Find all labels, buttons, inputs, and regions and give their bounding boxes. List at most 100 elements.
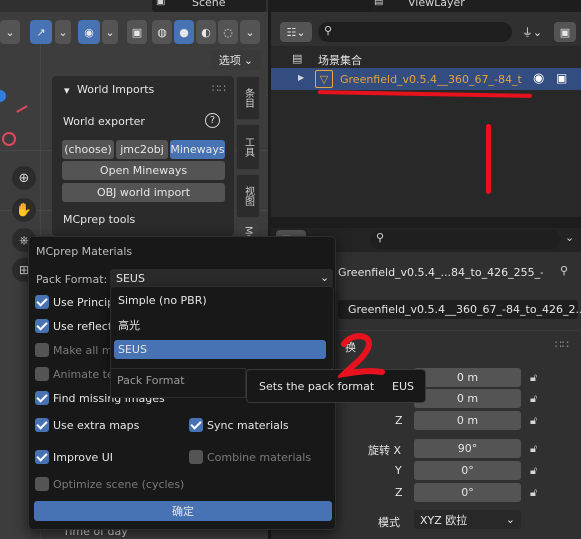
combine-materials-checkbox[interactable]: [189, 450, 203, 464]
red-number-two-annotation: [338, 333, 385, 378]
world-exporter-label: World exporter: [63, 115, 145, 128]
improve-ui-label: Improve UI: [53, 451, 114, 464]
solid-shading-icon[interactable]: ●: [174, 20, 194, 44]
gizmo-axis-icon[interactable]: [2, 132, 16, 146]
tab-view-label: 视图: [242, 186, 254, 206]
chevron-down-icon[interactable]: ⌄: [102, 20, 118, 44]
find-missing-images-checkbox[interactable]: [35, 391, 49, 405]
pin-icon[interactable]: ⚲: [560, 264, 568, 277]
drag-handle-icon[interactable]: ∷∷: [555, 338, 569, 351]
exporter-jmc2obj-button[interactable]: jmc2obj: [116, 140, 168, 159]
rotation-mode-value: XYZ 欧拉: [420, 513, 468, 527]
location-y-field[interactable]: 0 m: [414, 389, 521, 408]
tab-tool[interactable]: 工具: [236, 124, 260, 170]
zoom-icon[interactable]: ⊕: [12, 166, 36, 190]
location-x-field[interactable]: 0 m: [414, 368, 521, 387]
viewlayer-icon: ▤: [374, 0, 384, 7]
pack-format-option-specular[interactable]: 高光: [114, 315, 326, 334]
options-label: 选项: [218, 54, 241, 67]
overlay-icon[interactable]: ◉: [78, 20, 100, 44]
dropdown-arrow-button[interactable]: ⌄: [0, 20, 20, 44]
options-icon[interactable]: ⌄: [565, 231, 574, 244]
rendered-shading-icon[interactable]: ◌: [218, 20, 238, 44]
filter-icon[interactable]: ⏚⌄: [516, 22, 548, 42]
make-all-materials-label: Make all m: [53, 344, 113, 357]
pack-format-option-simple[interactable]: Simple (no PBR): [114, 291, 326, 310]
animate-textures-checkbox[interactable]: [35, 367, 49, 381]
chevron-down-icon: ⌄: [243, 53, 254, 67]
make-all-materials-checkbox[interactable]: [35, 343, 49, 357]
expand-triangle-icon[interactable]: ▶: [298, 73, 304, 82]
rotation-mode-label: 模式: [378, 516, 400, 529]
xray-icon[interactable]: ▣: [127, 20, 147, 44]
mesh-object-icon: ▽: [315, 70, 333, 88]
pack-format-option-seus[interactable]: SEUS: [114, 340, 326, 359]
object-name[interactable]: Greenfield_v0.5.4__360_67_-84_t: [340, 73, 526, 86]
animate-textures-label: Animate te: [53, 368, 114, 381]
tooltip-tail: EUS: [392, 380, 414, 393]
confirm-button[interactable]: 确定: [34, 501, 332, 521]
viewlayer-selector[interactable]: ▤ ViewLayer: [370, 0, 560, 12]
tooltip-text: Sets the pack format: [259, 380, 375, 393]
use-principled-checkbox[interactable]: [35, 295, 49, 309]
chevron-down-icon[interactable]: ⌄: [240, 20, 260, 44]
sync-materials-checkbox[interactable]: [189, 418, 203, 432]
use-reflections-checkbox[interactable]: [35, 319, 49, 333]
obj-world-import-button[interactable]: OBJ world import: [62, 183, 225, 202]
wireframe-icon[interactable]: ◍: [152, 20, 172, 44]
axis-z-label: Z: [395, 486, 403, 499]
properties-object-name: Greenfield_v0.5.4_...84_to_426_255_-46: [338, 266, 543, 279]
use-reflections-label: Use reflect: [53, 320, 113, 333]
collapse-triangle-icon[interactable]: ▾: [64, 84, 70, 97]
material-shading-icon[interactable]: ◐: [196, 20, 216, 44]
dialog-title: MCprep Materials: [36, 245, 133, 258]
outliner-search-input[interactable]: ⚲: [318, 22, 512, 42]
tab-item-label: 条目: [242, 88, 254, 108]
rotation-x-field[interactable]: 90°: [414, 439, 521, 458]
help-icon[interactable]: ?: [205, 113, 220, 128]
use-extra-maps-checkbox[interactable]: [35, 418, 49, 432]
drag-handle-icon[interactable]: ∷∷: [212, 82, 226, 95]
hand-pan-icon[interactable]: ✋: [12, 198, 36, 222]
camera-render-icon[interactable]: ▣: [556, 71, 567, 85]
optimize-scene-checkbox[interactable]: [35, 477, 49, 491]
lock-icon[interactable]: 🔓︎: [530, 414, 537, 428]
lock-icon[interactable]: 🔓︎: [530, 442, 537, 456]
exporter-mineways-button[interactable]: Mineways: [170, 140, 225, 159]
scene-selector[interactable]: ▣ Scene: [152, 0, 266, 12]
chevron-down-icon: ⌄: [320, 271, 330, 284]
pack-format-label: Pack Format:: [36, 273, 108, 286]
properties-search-input[interactable]: ⚲: [370, 230, 560, 249]
viewlayer-label: ViewLayer: [408, 0, 465, 9]
eye-visibility-icon[interactable]: ◉: [533, 71, 544, 86]
location-z-field[interactable]: 0 m: [414, 411, 521, 430]
lock-icon[interactable]: 🔓︎: [530, 371, 537, 385]
search-icon: ⚲: [376, 231, 385, 244]
annotation-two-text: 2: [0, 0, 1, 1]
mcprep-tools-label: MCprep tools: [63, 213, 136, 226]
sync-materials-label: Sync materials: [207, 419, 289, 432]
object-name-field[interactable]: Greenfield_v0.5.4__360_67_-84_to_426_2..…: [338, 300, 581, 319]
rotation-mode-dropdown[interactable]: XYZ 欧拉 ⌄: [414, 510, 521, 529]
options-dropdown[interactable]: 选项 ⌄: [211, 50, 261, 70]
chevron-down-icon: ⌄: [505, 513, 515, 526]
improve-ui-checkbox[interactable]: [35, 450, 49, 464]
exporter-choose-button[interactable]: (choose): [62, 140, 114, 159]
chevron-down-icon[interactable]: ⌄: [55, 20, 71, 44]
lock-icon[interactable]: 🔓︎: [530, 486, 537, 500]
tab-item[interactable]: 条目: [236, 76, 260, 120]
tab-view[interactable]: 视图: [236, 174, 260, 218]
lock-icon[interactable]: 🔓︎: [530, 464, 537, 478]
open-mineways-button[interactable]: Open Mineways: [62, 161, 225, 180]
tab-tool-label: 工具: [242, 137, 254, 157]
lock-icon[interactable]: 🔓︎: [530, 392, 537, 406]
display-mode-dropdown[interactable]: ☷⌄: [280, 22, 312, 42]
optimize-scene-label: Optimize scene (cycles): [53, 478, 185, 491]
transform-arrow-icon[interactable]: ↗: [30, 20, 52, 44]
axis-y-label: Y: [395, 464, 402, 477]
rotation-y-field[interactable]: 0°: [414, 461, 521, 480]
rotation-z-field[interactable]: 0°: [414, 483, 521, 502]
combine-materials-label: Combine materials: [207, 451, 312, 464]
new-collection-icon[interactable]: ▣: [554, 22, 576, 42]
scene-icon: ▣: [156, 0, 166, 7]
